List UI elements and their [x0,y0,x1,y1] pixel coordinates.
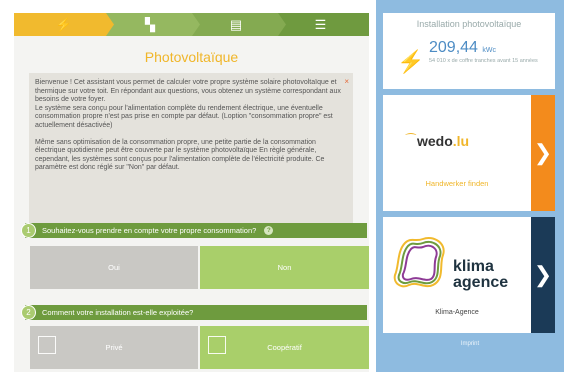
banknote-icon: ▤ [229,16,243,32]
question-1-bar: 1 Souhaitez-vous prendre en compte votre… [21,223,367,238]
wizard-steps: ⚡ ▚ ▤ ☰ [14,13,369,36]
chevron-right-icon[interactable]: ❯ [531,217,555,333]
sidebar: Installation photovoltaïque ⚡ 209,44 kWc… [376,0,564,372]
option-prive-button[interactable]: Privé [30,326,198,369]
house-icon: ▚ [145,16,155,32]
step-summary[interactable]: ☰ [272,13,369,36]
klima-agence-name: Klima-Agence [435,309,479,316]
wedo-logo: wedo.lu [417,133,470,149]
question-2-bar: 2 Comment votre installation est-elle ex… [21,305,367,320]
step-energy[interactable]: ⚡ [14,13,114,36]
bolt-icon: ⚡ [55,16,73,32]
chevron-right-icon[interactable]: ❯ [531,95,555,211]
option-oui-button[interactable]: Oui [30,246,198,289]
info-paragraph: Bienvenue ! Cet assistant vous permet de… [35,79,341,129]
question-1-text: Souhaitez-vous prendre en compte votre p… [42,226,257,235]
question-number: 1 [21,223,36,238]
klima-logo: klima agence [453,258,509,291]
step-house[interactable]: ▚ [100,13,200,36]
step-money[interactable]: ▤ [186,13,286,36]
building-icon [208,336,226,354]
wizard-panel: ⚡ ▚ ▤ ☰ Photovoltaïque × Bienvenue ! Cet… [14,13,369,372]
imprint-link[interactable]: Imprint [376,341,564,347]
question-number: 2 [21,305,36,320]
close-icon[interactable]: × [344,77,349,87]
bolt-icon: ⚡ [397,49,425,74]
help-icon[interactable]: ? [264,226,274,235]
option-cooperatif-button[interactable]: Coopératif [200,326,369,369]
wedo-card[interactable]: ⁀ wedo.lu Handwerker finden ❯ [383,95,555,211]
info-box: × Bienvenue ! Cet assistant vous permet … [29,73,353,223]
klima-agence-card[interactable]: klima agence Klima-Agence ❯ [383,217,555,333]
installation-power: 209,44 kWc [429,39,496,56]
page-title: Photovoltaïque [144,49,239,65]
info-paragraph: Même sans optimisation de la consommatio… [35,138,325,172]
installation-subtitle: 54 010 x de coffre tranches avant 15 ann… [429,58,538,64]
house-icon [38,336,56,354]
wedo-logo-icon: ⁀ [406,133,416,147]
klima-logo-icon [393,237,445,288]
installation-summary-card: Installation photovoltaïque ⚡ 209,44 kWc… [383,13,555,89]
option-non-button[interactable]: Non [200,246,369,289]
find-craftsman-link[interactable]: Handwerker finden [383,179,531,188]
installation-title: Installation photovoltaïque [416,19,522,29]
question-2-text: Comment votre installation est-elle expl… [42,308,194,317]
checklist-icon: ☰ [314,16,327,32]
